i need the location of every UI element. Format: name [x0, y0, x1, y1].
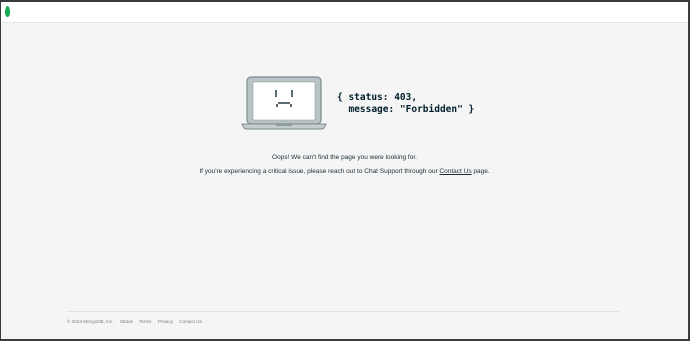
footer-link-terms[interactable]: Terms — [139, 319, 152, 324]
mongodb-leaf-icon[interactable] — [5, 6, 10, 17]
footer-link-status[interactable]: Status — [120, 319, 133, 324]
support-message: If you're experiencing a critical issue,… — [1, 168, 688, 175]
top-navbar — [1, 2, 688, 23]
footer-copyright: © 2024 MongoDB, Inc. — [67, 319, 114, 324]
error-code-block: { status: 403, message: "Forbidden" } — [337, 92, 475, 115]
footer-link-contact-us[interactable]: Contact Us — [179, 319, 202, 324]
not-found-message: Oops! We can't find the page you were lo… — [272, 154, 417, 161]
page: { status: 403, message: "Forbidden" } Oo… — [1, 2, 688, 339]
footer: © 2024 MongoDB, Inc. Status Terms Privac… — [67, 319, 207, 324]
support-message-text: If you're experiencing a critical issue,… — [199, 168, 440, 175]
sad-laptop-icon — [241, 76, 327, 130]
footer-divider — [67, 311, 620, 312]
footer-link-privacy[interactable]: Privacy — [158, 319, 173, 324]
support-message-end: page. — [471, 168, 490, 175]
error-illustration: { status: 403, message: "Forbidden" } — [241, 75, 475, 131]
contact-us-link[interactable]: Contact Us — [439, 168, 471, 175]
